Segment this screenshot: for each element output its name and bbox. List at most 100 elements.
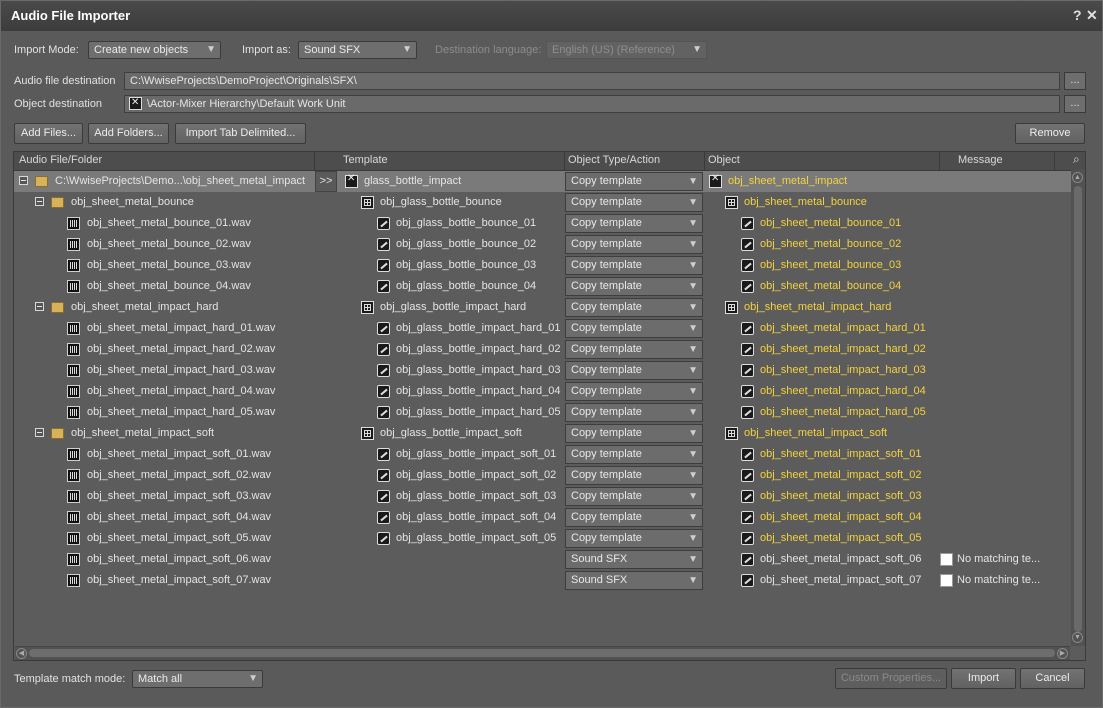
action-dropdown[interactable]: Copy template ▼ [565,508,703,527]
action-dropdown[interactable]: Copy template ▼ [565,256,703,275]
column-separator[interactable] [314,152,315,170]
column-separator[interactable] [1054,152,1055,170]
collapse-icon[interactable] [19,176,28,185]
action-dropdown[interactable]: Copy template ▼ [565,193,703,212]
table-row[interactable]: obj_sheet_metal_impact_soft obj_glass_bot… [14,423,1071,444]
scroll-right-icon[interactable]: ▶ [1057,648,1068,659]
collapse-icon[interactable] [35,197,44,206]
add-files-button[interactable]: Add Files... [14,123,83,144]
scroll-down-icon[interactable]: ▼ [1072,632,1083,643]
table-row[interactable]: obj_sheet_metal_bounce_01.wav obj_glass_b… [14,213,1071,234]
root-template: glass_bottle_impact [364,175,462,187]
column-template[interactable]: Template [343,154,388,166]
action-value: Copy template [571,364,642,376]
import-as-select[interactable]: Sound SFX ▼ [298,41,417,59]
column-audio-file[interactable]: Audio File/Folder [19,154,102,166]
table-row[interactable]: obj_sheet_metal_impact_hard_05.wav obj_gl… [14,402,1071,423]
table-row[interactable]: obj_sheet_metal_impact_soft_03.wav obj_gl… [14,486,1071,507]
remove-button[interactable]: Remove [1015,123,1085,144]
column-message[interactable]: Message [958,154,1003,166]
import-tab-delimited-button[interactable]: Import Tab Delimited... [175,123,306,144]
action-dropdown[interactable]: Copy template ▼ [565,466,703,485]
table-row[interactable]: obj_sheet_metal_impact_soft_02.wav obj_gl… [14,465,1071,486]
scroll-left-icon[interactable]: ◀ [16,648,27,659]
object-destination-value: \Actor-Mixer Hierarchy\Default Work Unit [147,98,346,110]
import-button[interactable]: Import [951,668,1016,689]
action-dropdown[interactable]: Copy template ▼ [565,319,703,338]
add-folders-button[interactable]: Add Folders... [88,123,169,144]
template-name: obj_glass_bottle_bounce_04 [396,280,537,292]
action-dropdown[interactable]: Copy template ▼ [565,340,703,359]
column-object-type[interactable]: Object Type/Action [568,154,660,166]
template-match-mode-select[interactable]: Match all ▼ [132,670,263,688]
horizontal-scroll-thumb[interactable] [29,649,1055,657]
column-separator[interactable] [939,152,940,170]
action-dropdown[interactable]: Copy template ▼ [565,529,703,548]
chevron-down-icon: ▼ [688,176,698,187]
action-dropdown[interactable]: Copy template ▼ [565,361,703,380]
collapse-icon[interactable] [35,302,44,311]
help-button[interactable]: ? [1073,7,1082,23]
table-row[interactable]: obj_sheet_metal_impact_hard_02.wav obj_gl… [14,339,1071,360]
scroll-up-icon[interactable]: ▲ [1072,172,1083,183]
custom-properties-button[interactable]: Custom Properties... [835,668,947,689]
object-name: obj_sheet_metal_impact_soft_03 [760,490,922,502]
template-name: obj_glass_bottle_impact_soft [380,427,522,439]
action-dropdown[interactable]: Copy template ▼ [565,277,703,296]
sound-sfx-icon [377,364,390,377]
column-separator[interactable] [704,152,705,170]
sound-sfx-icon [741,385,754,398]
action-dropdown[interactable]: Copy template ▼ [565,445,703,464]
column-object[interactable]: Object [708,154,740,166]
table-row-root[interactable]: C:\WwiseProjects\Demo...\obj_sheet_metal… [14,171,1071,192]
chevron-down-icon: ▼ [688,554,698,565]
table-row[interactable]: obj_sheet_metal_bounce_02.wav obj_glass_b… [14,234,1071,255]
action-dropdown[interactable]: Copy template ▼ [565,382,703,401]
audio-destination-field[interactable]: C:\WwiseProjects\DemoProject\Originals\S… [124,72,1060,90]
object-name: obj_sheet_metal_bounce_04 [760,280,902,292]
action-dropdown[interactable]: Sound SFX ▼ [565,571,703,590]
action-dropdown[interactable]: Copy template ▼ [565,424,703,443]
table-row[interactable]: obj_sheet_metal_impact_soft_06.wav Sound … [14,549,1071,570]
action-dropdown[interactable]: Sound SFX ▼ [565,550,703,569]
table-row[interactable]: obj_sheet_metal_impact_hard_01.wav obj_gl… [14,318,1071,339]
table-row[interactable]: obj_sheet_metal_bounce obj_glass_bottle_b… [14,192,1071,213]
table-row[interactable]: obj_sheet_metal_impact_soft_01.wav obj_gl… [14,444,1071,465]
table-row[interactable]: obj_sheet_metal_impact_hard_03.wav obj_gl… [14,360,1071,381]
message-checkbox[interactable] [940,553,953,566]
chevron-down-icon: ▼ [688,260,698,271]
table-row[interactable]: obj_sheet_metal_impact_hard_04.wav obj_gl… [14,381,1071,402]
sound-sfx-icon [741,217,754,230]
apply-template-button[interactable]: >> [315,171,337,192]
table-row[interactable]: obj_sheet_metal_impact_soft_07.wav Sound … [14,570,1071,591]
table-row[interactable]: obj_sheet_metal_bounce_03.wav obj_glass_b… [14,255,1071,276]
horizontal-scrollbar[interactable]: ◀ ▶ [15,646,1070,660]
table-row[interactable]: obj_sheet_metal_impact_soft_05.wav obj_gl… [14,528,1071,549]
search-icon[interactable]: ⌕ [1073,152,1080,167]
action-dropdown[interactable]: Copy template ▼ [565,214,703,233]
window-title: Audio File Importer [11,8,131,23]
chevron-down-icon: ▼ [206,44,216,55]
action-dropdown[interactable]: Copy template ▼ [565,298,703,317]
folder-name: obj_sheet_metal_impact_soft [71,427,215,439]
message-checkbox[interactable] [940,574,953,587]
sound-sfx-icon [377,280,390,293]
vertical-scrollbar[interactable]: ▲ ▼ [1071,170,1085,646]
destination-language-select[interactable]: English (US) (Reference) ▼ [546,41,707,59]
object-destination-field[interactable]: \Actor-Mixer Hierarchy\Default Work Unit [124,95,1060,113]
object-destination-browse-button[interactable]: ... [1064,95,1086,113]
table-row[interactable]: obj_sheet_metal_impact_soft_04.wav obj_gl… [14,507,1071,528]
table-row[interactable]: obj_sheet_metal_bounce_04.wav obj_glass_b… [14,276,1071,297]
cancel-button[interactable]: Cancel [1020,668,1085,689]
audio-destination-browse-button[interactable]: ... [1064,72,1086,90]
action-dropdown[interactable]: Copy template ▼ [565,403,703,422]
action-dropdown[interactable]: Copy template ▼ [565,487,703,506]
root-action-dropdown[interactable]: Copy template ▼ [565,172,703,191]
close-button[interactable]: ✕ [1086,7,1098,24]
import-mode-select[interactable]: Create new objects ▼ [88,41,221,59]
vertical-scroll-thumb[interactable] [1074,186,1082,632]
collapse-icon[interactable] [35,428,44,437]
column-separator[interactable] [564,152,565,170]
action-dropdown[interactable]: Copy template ▼ [565,235,703,254]
table-row[interactable]: obj_sheet_metal_impact_hard obj_glass_bot… [14,297,1071,318]
